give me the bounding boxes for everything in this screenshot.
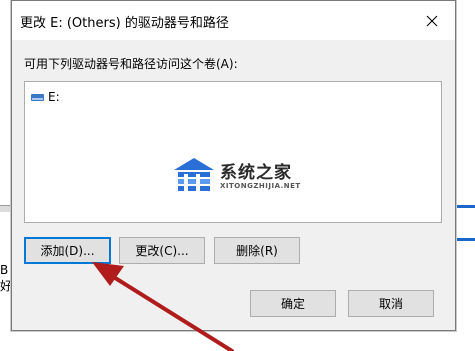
screenshot-root: B 好 更改 E: (Others) 的驱动器号和路径 可用下列驱动器号和路径访… xyxy=(0,0,475,351)
watermark-logo-icon xyxy=(174,158,214,192)
dialog-titlebar[interactable]: 更改 E: (Others) 的驱动器号和路径 xyxy=(12,1,455,40)
close-icon xyxy=(426,15,438,26)
add-button[interactable]: 添加(D)... xyxy=(24,237,111,264)
background-selection-bar xyxy=(455,205,475,241)
watermark-subtitle: XITONGZHIJIA.NET xyxy=(220,182,301,190)
instruction-label: 可用下列驱动器号和路径访问这个卷(A): xyxy=(24,57,238,71)
cancel-button[interactable]: 取消 xyxy=(348,290,434,317)
watermark-title: 系统之家 xyxy=(220,163,292,183)
drive-icon xyxy=(31,93,44,101)
close-button[interactable] xyxy=(409,1,455,40)
watermark: 系统之家 XITONGZHIJIA.NET xyxy=(170,152,340,202)
delete-button[interactable]: 删除(R) xyxy=(214,237,300,264)
list-item[interactable]: E: xyxy=(31,90,60,104)
drive-label: E: xyxy=(48,90,60,104)
ok-button[interactable]: 确定 xyxy=(250,290,336,317)
change-drive-letter-dialog: 更改 E: (Others) 的驱动器号和路径 可用下列驱动器号和路径访问这个卷… xyxy=(11,0,456,331)
dialog-title: 更改 E: (Others) 的驱动器号和路径 xyxy=(20,16,229,31)
change-button[interactable]: 更改(C)... xyxy=(119,237,205,264)
drive-path-list[interactable]: E: 系统之家 XITONGZHIJIA.NET xyxy=(24,81,442,223)
